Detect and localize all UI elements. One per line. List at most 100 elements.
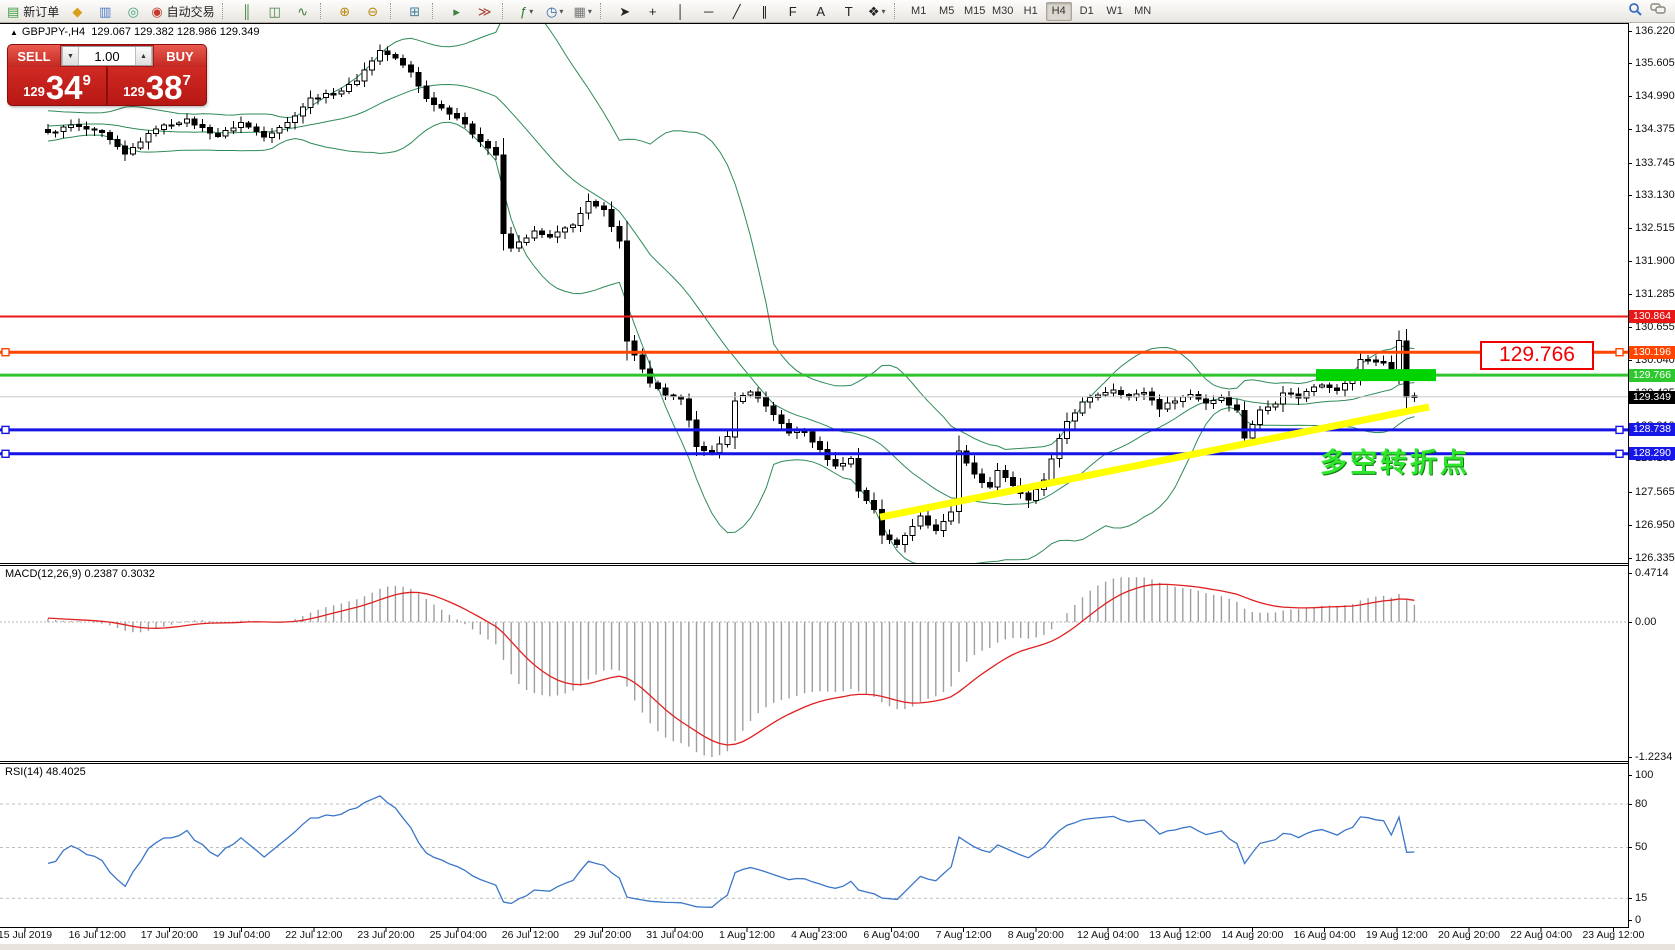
- symbol-label: GBPJPY-,H4: [22, 26, 85, 38]
- time-label: 4 Aug 23:00: [791, 929, 847, 941]
- pivot-annotation-text[interactable]: 多空转折点: [1320, 441, 1470, 480]
- macd-axis-tick: -1.2234: [1629, 752, 1675, 763]
- crosshair-button[interactable]: +: [639, 1, 667, 22]
- candlestick-chart-button[interactable]: ◫: [261, 1, 289, 22]
- layout-profile-icon: ◆: [72, 5, 82, 18]
- zoom-out-button[interactable]: ⊖: [359, 1, 387, 22]
- time-label: 22 Aug 04:00: [1510, 929, 1572, 941]
- line-chart-button[interactable]: ∿: [289, 1, 317, 22]
- tile-windows-button[interactable]: ⊞: [401, 1, 429, 22]
- rsi-pane[interactable]: [0, 764, 1628, 927]
- price-tag: 128.738: [1629, 423, 1675, 436]
- timeframe-D1-button[interactable]: D1: [1074, 2, 1100, 21]
- navigator-icon: ◎: [128, 5, 139, 18]
- shapes-icon: ❖: [868, 5, 880, 18]
- price-tick: 133.130: [1629, 190, 1675, 201]
- trendline-button[interactable]: ╱: [723, 1, 751, 22]
- time-label: 31 Jul 04:00: [646, 929, 703, 941]
- time-label: 8 Aug 20:00: [1008, 929, 1064, 941]
- indicators-button[interactable]: ƒ▾: [513, 1, 541, 22]
- time-label: 17 Jul 20:00: [141, 929, 198, 941]
- price-tick: 133.745: [1629, 158, 1675, 169]
- layout-profile-button[interactable]: ◆: [63, 1, 91, 22]
- ohlc-quote: 129.067 129.382 128.986 129.349: [91, 26, 259, 38]
- rsi-axis-tick: 80: [1629, 799, 1675, 810]
- volume-decrease-button[interactable]: ▼: [62, 47, 79, 65]
- new-order-button[interactable]: ▤新订单: [3, 1, 63, 22]
- timeframe-M30-button[interactable]: M30: [990, 2, 1016, 21]
- time-label: 25 Jul 04:00: [430, 929, 487, 941]
- time-axis[interactable]: 15 Jul 201916 Jul 12:0017 Jul 20:0019 Ju…: [0, 929, 1628, 944]
- price-tick: 126.950: [1629, 520, 1675, 531]
- time-label: 26 Jul 12:00: [502, 929, 559, 941]
- chart-shift-icon: ≫: [478, 5, 492, 18]
- cursor-button[interactable]: ➤: [611, 1, 639, 22]
- price-tag: 130.864: [1629, 310, 1675, 323]
- time-label: 6 Aug 04:00: [863, 929, 919, 941]
- new-order-icon: ▤: [7, 5, 19, 18]
- price-tick: 135.605: [1629, 58, 1675, 69]
- navigator-button[interactable]: ◎: [119, 1, 147, 22]
- periods-button[interactable]: ◷▾: [541, 1, 569, 22]
- price-callout-box[interactable]: 129.766: [1480, 341, 1594, 370]
- search-icon[interactable]: [1628, 2, 1642, 21]
- time-label: 7 Aug 12:00: [936, 929, 992, 941]
- timeframe-M5-button[interactable]: M5: [934, 2, 960, 21]
- auto-scroll-button[interactable]: ▸: [443, 1, 471, 22]
- toolbar-separator: [320, 3, 327, 19]
- buy-price[interactable]: 129387: [108, 67, 206, 105]
- time-label: 13 Aug 12:00: [1149, 929, 1211, 941]
- shapes-button[interactable]: ❖▾: [863, 1, 891, 22]
- price-chart-pane[interactable]: [0, 24, 1628, 563]
- templates-icon: ▦: [574, 5, 586, 18]
- timeframe-W1-button[interactable]: W1: [1102, 2, 1128, 21]
- sell-price[interactable]: 129349: [8, 67, 106, 105]
- buy-button[interactable]: BUY: [154, 45, 206, 67]
- timeframe-MN-button[interactable]: MN: [1130, 2, 1156, 21]
- channel-button[interactable]: ∥: [751, 1, 779, 22]
- timeframe-H4-button[interactable]: H4: [1046, 2, 1072, 21]
- volume-increase-button[interactable]: ▲: [135, 47, 152, 65]
- templates-button[interactable]: ▦▾: [569, 1, 597, 22]
- macd-axis-tick: 0.4714: [1629, 568, 1675, 579]
- text-button[interactable]: A: [807, 1, 835, 22]
- price-tick: 136.220: [1629, 26, 1675, 37]
- fibonacci-icon: F: [789, 5, 797, 18]
- price-tick: 126.335: [1629, 553, 1675, 564]
- line-chart-icon: ∿: [297, 5, 308, 18]
- collapse-panel-icon[interactable]: ▲: [10, 28, 18, 37]
- fibonacci-button[interactable]: F: [779, 1, 807, 22]
- macd-pane[interactable]: [0, 566, 1628, 761]
- toolbar-separator: [432, 3, 439, 19]
- horizontal-line-button[interactable]: ─: [695, 1, 723, 22]
- vertical-line-button[interactable]: │: [667, 1, 695, 22]
- timeframe-M15-button[interactable]: M15: [962, 2, 988, 21]
- label-button[interactable]: T: [835, 1, 863, 22]
- market-watch-icon: ▥: [99, 5, 111, 18]
- auto-scroll-icon: ▸: [453, 5, 460, 18]
- trendline-icon: ╱: [733, 5, 741, 18]
- toolbar-separator: [222, 3, 229, 19]
- autotrading-button[interactable]: ◉自动交易: [147, 1, 218, 22]
- text-icon: A: [816, 5, 825, 18]
- sell-button[interactable]: SELL: [8, 45, 60, 67]
- timeframe-H1-button[interactable]: H1: [1018, 2, 1044, 21]
- price-tag: 129.766: [1629, 369, 1675, 382]
- rsi-axis-tick: 0: [1629, 915, 1675, 926]
- market-watch-button[interactable]: ▥: [91, 1, 119, 22]
- toolbar-separator: [600, 3, 607, 19]
- candlestick-chart-icon: ◫: [269, 5, 281, 18]
- rsi-axis-tick: 15: [1629, 893, 1675, 904]
- chart-shift-button[interactable]: ≫: [471, 1, 499, 22]
- price-tick: 131.285: [1629, 289, 1675, 300]
- rsi-axis-tick: 100: [1629, 770, 1675, 781]
- bar-chart-button[interactable]: ║: [233, 1, 261, 22]
- volume-input[interactable]: 1.00: [79, 47, 135, 65]
- zoom-in-button[interactable]: ⊕: [331, 1, 359, 22]
- time-label: 1 Aug 12:00: [719, 929, 775, 941]
- chat-icon[interactable]: [1650, 2, 1666, 21]
- time-label: 15 Jul 2019: [0, 929, 52, 941]
- price-tick: 130.655: [1629, 322, 1675, 333]
- timeframe-M1-button[interactable]: M1: [906, 2, 932, 21]
- time-label: 22 Jul 12:00: [285, 929, 342, 941]
